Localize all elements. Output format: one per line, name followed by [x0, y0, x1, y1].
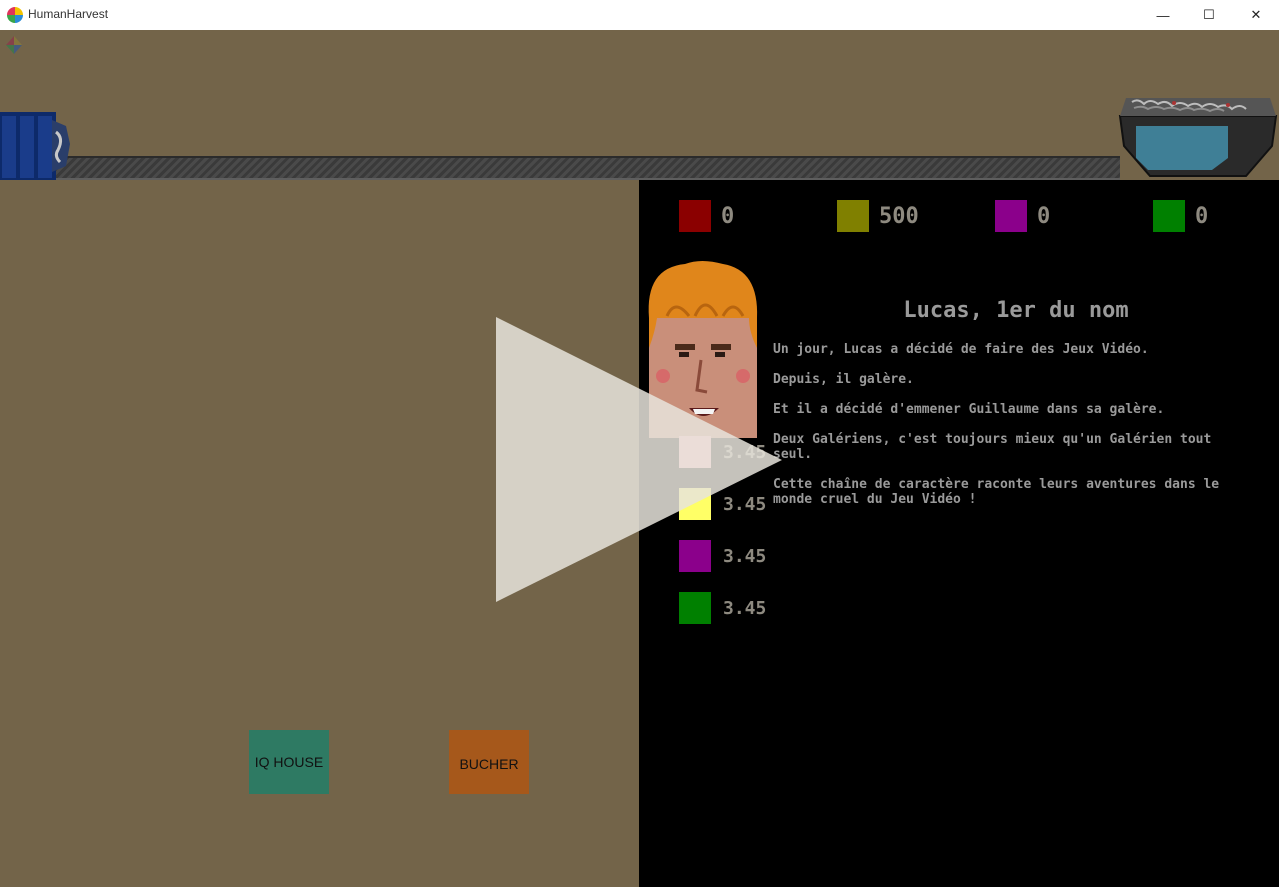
- yellow-swatch: [679, 488, 711, 520]
- story-line: Un jour, Lucas a décidé de faire des Jeu…: [773, 342, 1149, 357]
- stat-yellow: 3.45: [679, 488, 766, 520]
- story-line: Deux Galériens, c'est toujours mieux qu'…: [773, 432, 1212, 462]
- stat-value: 3.45: [723, 493, 767, 515]
- window-titlebar: HumanHarvest — ☐ ✕: [0, 0, 1281, 30]
- maximize-button[interactable]: ☐: [1186, 0, 1232, 30]
- close-button[interactable]: ✕: [1233, 0, 1279, 30]
- pinwheel-icon: [6, 36, 22, 54]
- resource-purple: 0: [995, 200, 1050, 232]
- window-title: HumanHarvest: [28, 7, 109, 21]
- green-swatch: [679, 592, 711, 624]
- minimize-button[interactable]: —: [1140, 0, 1186, 30]
- green-swatch: [1153, 200, 1185, 232]
- info-panel: 0 500 0 0 Lucas, 1er du nom Un jour, Luc…: [639, 180, 1279, 887]
- blue-crate-icon: [0, 112, 70, 180]
- resource-value: 500: [879, 203, 919, 229]
- game-canvas[interactable]: 0 500 0 0 Lucas, 1er du nom Un jour, Luc…: [0, 30, 1279, 887]
- bucher-button[interactable]: BUCHER: [449, 730, 529, 794]
- olive-swatch: [837, 200, 869, 232]
- stat-value: 3.45: [723, 545, 767, 567]
- stat-green: 3.45: [679, 592, 766, 624]
- resource-green: 0: [1153, 200, 1208, 232]
- pink-swatch: [679, 436, 711, 468]
- resource-value: 0: [721, 203, 735, 229]
- story-line: Et il a décidé d'emmener Guillaume dans …: [773, 402, 1165, 417]
- resource-olive: 500: [837, 200, 919, 232]
- stat-value: 3.45: [723, 597, 767, 619]
- story-line: Cette chaîne de caractère raconte leurs …: [773, 477, 1220, 507]
- pinwheel-icon: [7, 7, 23, 23]
- character-portrait: [648, 261, 758, 438]
- iq-house-button[interactable]: IQ HOUSE: [249, 730, 329, 794]
- red-swatch: [679, 200, 711, 232]
- resource-value: 0: [1037, 203, 1051, 229]
- stat-purple: 3.45: [679, 540, 766, 572]
- purple-swatch: [995, 200, 1027, 232]
- stat-value: 3.45: [723, 441, 767, 463]
- stat-pink: 3.45: [679, 436, 766, 468]
- story-line: Depuis, il galère.: [773, 372, 914, 387]
- grinder-bin-icon: [1118, 98, 1278, 177]
- resource-value: 0: [1195, 203, 1209, 229]
- character-name: Lucas, 1er du nom: [903, 298, 1129, 323]
- conveyor-belt: [48, 156, 1120, 178]
- purple-swatch: [679, 540, 711, 572]
- resource-red: 0: [679, 200, 734, 232]
